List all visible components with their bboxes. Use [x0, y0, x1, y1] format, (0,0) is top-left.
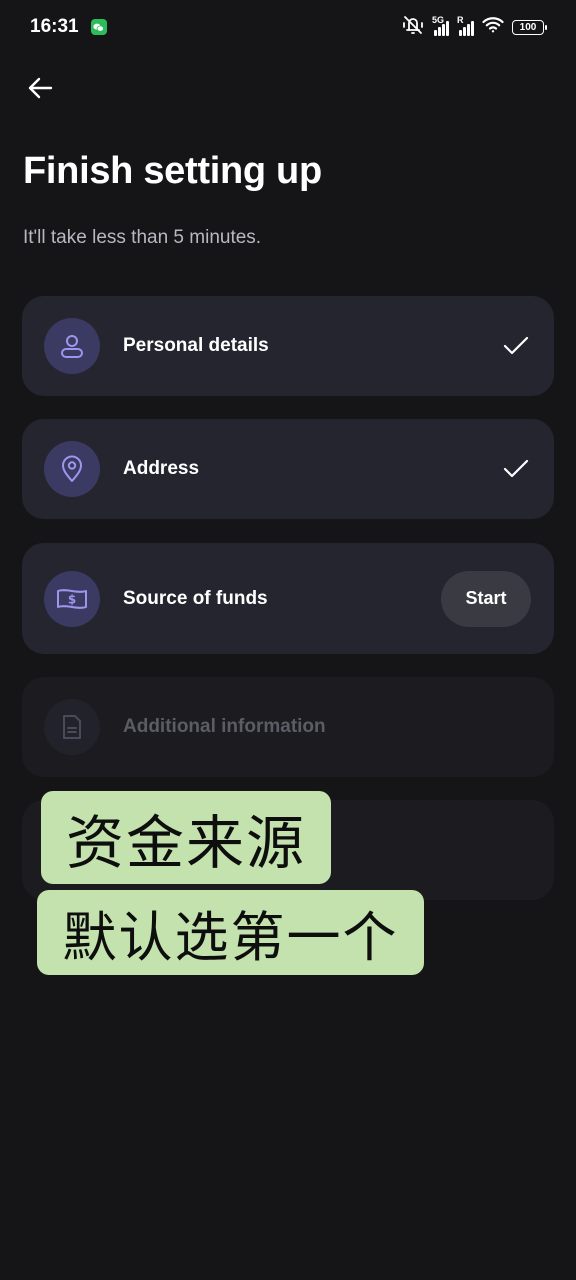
overlay-sticker-line1: 资金来源	[41, 791, 331, 884]
location-pin-icon	[62, 455, 82, 482]
checkmark-icon	[502, 332, 530, 360]
status-left: 16:31	[30, 16, 107, 38]
mute-vibrate-icon	[402, 15, 424, 40]
step-additional-information: Additional information	[22, 677, 554, 777]
step-source-of-funds[interactable]: $ Source of funds Start	[22, 543, 554, 654]
document-icon	[63, 715, 81, 739]
battery-icon: 100	[512, 19, 547, 35]
step-icon-circle	[44, 318, 100, 374]
overlay-sticker-line2: 默认选第一个	[37, 890, 424, 975]
arrow-left-icon	[28, 77, 53, 99]
page-subtitle: It'll take less than 5 minutes.	[23, 227, 262, 248]
wechat-notification-icon	[90, 19, 107, 35]
page-title: Finish setting up	[23, 150, 322, 192]
status-bar: 16:31 5G R 100	[0, 0, 576, 54]
signal-bar	[446, 21, 449, 36]
status-time: 16:31	[30, 16, 79, 37]
roaming-label: R	[457, 15, 464, 25]
signal-bar	[434, 30, 437, 36]
signal-bar	[467, 24, 470, 36]
screen: 16:31 5G R 100 Finish setting up It'll t…	[0, 0, 576, 1280]
signal-bar	[438, 27, 441, 36]
step-icon-circle: $	[44, 570, 100, 627]
wifi-icon	[482, 16, 504, 38]
banknote-icon: $	[57, 588, 87, 609]
person-icon	[61, 335, 83, 358]
step-label: Personal details	[123, 335, 269, 356]
svg-text:$: $	[68, 592, 76, 606]
network-type-label: 5G	[432, 15, 445, 25]
step-label: Source of funds	[123, 587, 268, 609]
step-personal-details[interactable]: Personal details	[22, 296, 554, 396]
signal-bar	[442, 24, 445, 36]
signal-bar	[459, 30, 462, 36]
cellular-signal-1-icon: 5G	[432, 15, 449, 36]
start-button[interactable]: Start	[441, 570, 531, 627]
step-address[interactable]: Address	[22, 419, 554, 519]
cellular-signal-2-icon: R	[457, 15, 474, 36]
status-right: 5G R 100	[402, 15, 547, 40]
step-icon-circle	[44, 699, 100, 755]
signal-bar	[471, 21, 474, 36]
step-label: Address	[123, 458, 200, 479]
signal-bar	[463, 27, 466, 36]
checkmark-icon	[502, 455, 530, 483]
back-button[interactable]	[22, 70, 58, 106]
step-label: Additional information	[123, 716, 326, 737]
step-icon-circle	[44, 441, 100, 497]
